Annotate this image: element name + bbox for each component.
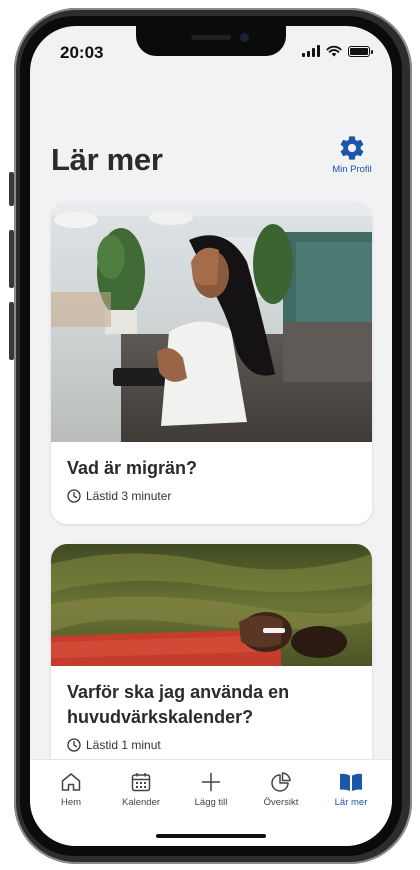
article-card[interactable]: Vad är migrän? Lästid 3 minuter	[51, 202, 372, 524]
article-title: Varför ska jag använda en huvudvärkskale…	[67, 682, 290, 727]
page-title: Lär mer	[51, 142, 163, 177]
plus-icon	[201, 772, 221, 792]
tab-bar: Hem Kalender Lägg till Översikt Lär mer	[30, 759, 392, 846]
side-button	[9, 172, 14, 206]
tab-lar-mer[interactable]: Lär mer	[316, 770, 386, 808]
article-image	[51, 202, 372, 442]
gear-icon	[340, 136, 364, 160]
battery-icon	[348, 45, 373, 57]
book-icon	[340, 773, 362, 791]
read-time-label: Lästid 1 minut	[86, 738, 161, 752]
tab-label: Översikt	[263, 797, 299, 808]
article-card[interactable]: Varför ska jag använda en huvudvärkskale…	[51, 544, 372, 787]
home-icon	[61, 773, 81, 791]
camera	[240, 33, 249, 42]
status-icons	[302, 45, 373, 57]
read-time: Lästid 3 minuter	[67, 489, 356, 503]
side-button	[9, 230, 14, 288]
tab-label: Hem	[60, 797, 82, 808]
signal-icon	[302, 45, 320, 57]
side-button	[9, 302, 14, 360]
status-time: 20:03	[60, 43, 104, 62]
tab-label: Lägg till	[194, 797, 228, 808]
speaker	[191, 35, 231, 40]
article-image	[51, 544, 372, 666]
pie-chart-icon	[271, 772, 291, 792]
tab-label: Lär mer	[334, 797, 368, 808]
tab-kalender[interactable]: Kalender	[106, 770, 176, 808]
clock-icon	[67, 738, 81, 752]
calendar-icon	[131, 773, 151, 792]
profile-button[interactable]: Min Profil	[324, 134, 380, 175]
home-indicator	[156, 834, 266, 838]
screen: 20:03 Lär mer Min Profil Vad är migrän? …	[30, 26, 392, 846]
profile-label: Min Profil	[332, 164, 372, 175]
tab-oversikt[interactable]: Översikt	[246, 770, 316, 808]
notch	[136, 26, 286, 56]
tab-hem[interactable]: Hem	[36, 770, 106, 808]
read-time: Lästid 1 minut	[67, 738, 356, 752]
wifi-icon	[326, 45, 342, 57]
tab-lagg-till[interactable]: Lägg till	[176, 770, 246, 808]
clock-icon	[67, 489, 81, 503]
tab-label: Kalender	[121, 797, 161, 808]
article-title: Vad är migrän?	[67, 458, 198, 478]
read-time-label: Lästid 3 minuter	[86, 489, 172, 503]
